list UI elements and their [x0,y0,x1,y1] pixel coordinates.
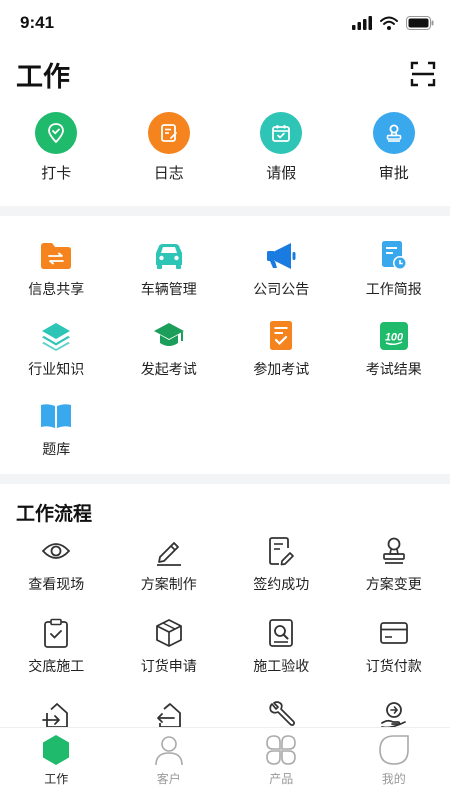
workflow-plan-change[interactable]: 方案变更 [338,535,450,617]
tab-label: 我的 [381,772,406,786]
exam-paper-icon [265,320,297,352]
app-label: 信息共享 [28,282,85,298]
work-hexagon-icon [43,735,70,765]
tab-customer[interactable]: 客户 [113,728,226,800]
quick-action-log[interactable]: 日志 [113,112,226,196]
card-payment-icon [378,617,410,649]
quick-action-leave[interactable]: 请假 [225,112,338,196]
workflow-label: 方案变更 [365,577,422,593]
car-icon [153,240,185,272]
app-industry-knowledge[interactable]: 行业知识 [0,320,113,400]
quick-action-label: 审批 [378,164,409,182]
calendar-leave-icon [260,112,303,154]
inspect-doc-icon [265,617,297,649]
workflow-grid: 查看现场 方案制作 签约成功 方案变更 交底施工 订货申请 施工验收 订货付款 [0,535,450,749]
quick-actions: 打卡 日志 请假 审批 [0,112,450,196]
clipboard-check-icon [40,617,72,649]
tab-label: 客户 [156,772,181,786]
app-announcement[interactable]: 公司公告 [225,240,338,320]
approval-stamp-icon [372,112,415,154]
folder-share-icon [40,240,72,272]
app-label: 工作简报 [365,282,422,298]
app-vehicle[interactable]: 车辆管理 [113,240,226,320]
app-label: 考试结果 [365,362,422,378]
wifi-icon [380,16,398,30]
grid-products-icon [266,735,297,765]
app-label: 发起考试 [140,362,197,378]
app-info-share[interactable]: 信息共享 [0,240,113,320]
tab-products[interactable]: 产品 [225,728,338,800]
bottom-tab-bar: 工作 客户 产品 我的 [0,727,450,800]
workflow-handover-construction[interactable]: 交底施工 [0,617,113,699]
workflow-order-payment[interactable]: 订货付款 [338,617,450,699]
quick-action-label: 打卡 [41,164,72,182]
check-in-location-icon [35,112,78,154]
quick-action-label: 请假 [266,164,297,182]
workflow-label: 施工验收 [253,659,310,675]
page-title: 工作 [16,61,70,93]
layers-icon [40,320,72,352]
sign-document-icon [265,535,297,567]
app-start-exam[interactable]: 发起考试 [113,320,226,400]
person-icon [154,736,183,766]
workflow-label: 订货付款 [365,659,422,675]
app-grid: 信息共享 车辆管理 公司公告 工作简报 行业知识 发起考试 参加考试 100 考… [0,240,450,470]
tab-mine[interactable]: 我的 [338,728,450,800]
app-label: 参加考试 [253,362,310,378]
pen-icon [153,535,185,567]
app-label: 公司公告 [253,282,310,298]
tab-work[interactable]: 工作 [0,728,113,800]
quick-action-label: 日志 [153,164,184,182]
app-work-report[interactable]: 工作简报 [338,240,450,320]
status-bar: 9:41 [0,0,450,46]
header: 工作 [0,48,450,100]
graduation-cap-icon [153,320,185,352]
section-divider [0,474,450,484]
section-title-workflow: 工作流程 [16,503,93,525]
workflow-sign-success[interactable]: 签约成功 [225,535,338,617]
battery-icon [406,16,434,30]
log-notebook-icon [147,112,190,154]
app-exam-result[interactable]: 100 考试结果 [338,320,450,400]
eye-icon [40,535,72,567]
workflow-label: 查看现场 [28,577,85,593]
report-clock-icon [378,240,410,272]
app-take-exam[interactable]: 参加考试 [225,320,338,400]
megaphone-icon [265,240,297,272]
app-question-bank[interactable]: 题库 [0,400,113,470]
scan-icon[interactable] [410,61,436,87]
workflow-construction-acceptance[interactable]: 施工验收 [225,617,338,699]
workflow-label: 交底施工 [28,659,85,675]
workflow-label: 方案制作 [140,577,197,593]
workflow-label: 签约成功 [253,577,310,593]
box-cube-icon [153,617,185,649]
quick-action-approval[interactable]: 审批 [338,112,450,196]
stamp-icon [378,535,410,567]
tab-label: 工作 [44,772,69,786]
workflow-order-request[interactable]: 订货申请 [113,617,226,699]
app-label: 行业知识 [28,362,85,378]
workflow-label: 订货申请 [140,659,197,675]
workflow-plan-making[interactable]: 方案制作 [113,535,226,617]
status-icons [352,16,434,30]
section-divider [0,206,450,216]
leaf-profile-icon [378,735,409,765]
score-100-icon: 100 [378,320,410,352]
open-book-icon [40,400,72,432]
app-label: 题库 [42,442,71,458]
workflow-view-site[interactable]: 查看现场 [0,535,113,617]
signal-icon [352,16,372,30]
tab-label: 产品 [269,772,294,786]
quick-action-clock-in[interactable]: 打卡 [0,112,113,196]
app-label: 车辆管理 [140,282,197,298]
status-time: 9:41 [20,13,55,32]
